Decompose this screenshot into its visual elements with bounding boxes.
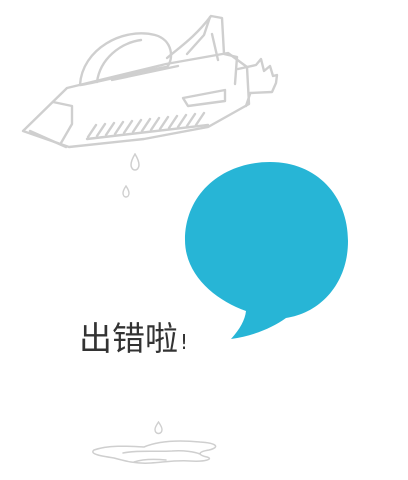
error-title: 出错啦	[79, 319, 178, 358]
error-page: 出错啦 !	[0, 0, 408, 480]
water-drop-icon	[130, 153, 140, 171]
speech-bubble-icon	[185, 162, 348, 339]
error-message: 出错啦 !	[79, 311, 188, 355]
sketched-rocket-icon	[21, 14, 279, 149]
water-drop-icon	[122, 185, 130, 198]
error-exclamation: !	[180, 330, 189, 354]
puddle-icon	[92, 440, 217, 464]
